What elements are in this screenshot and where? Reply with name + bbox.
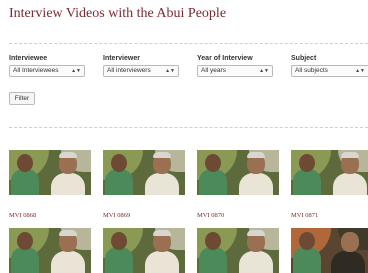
divider <box>9 43 368 44</box>
video-thumbnail[interactable] <box>103 150 185 195</box>
video-thumbnail[interactable] <box>197 228 279 273</box>
up-down-arrows-icon: ▲▼ <box>71 68 81 74</box>
interviewee-label: Interviewee <box>9 55 48 62</box>
video-title-link[interactable]: MVI 0870 <box>197 212 224 219</box>
year-select[interactable]: All years ▲▼ <box>197 65 273 77</box>
video-thumbnail[interactable] <box>9 150 91 195</box>
subject-label: Subject <box>291 55 317 62</box>
year-label: Year of Interview <box>197 55 253 62</box>
video-thumbnail[interactable] <box>291 228 368 273</box>
interviewee-select-value: All Interviewees <box>13 67 59 74</box>
page-title: Interview Videos with the Abui People <box>9 6 227 21</box>
year-select-value: All years <box>201 67 226 74</box>
filter-button[interactable]: Filter <box>9 92 35 105</box>
up-down-arrows-icon: ▲▼ <box>165 68 175 74</box>
video-title-link[interactable]: MVI 0869 <box>103 212 130 219</box>
video-title-link[interactable]: MVI 0868 <box>9 212 36 219</box>
video-title-link[interactable]: MVI 0871 <box>291 212 318 219</box>
video-thumbnail[interactable] <box>291 150 368 195</box>
up-down-arrows-icon: ▲▼ <box>259 68 269 74</box>
subject-select-value: All subjects <box>295 67 328 74</box>
video-thumbnail[interactable] <box>9 228 91 273</box>
interviewer-label: Interviewer <box>103 55 140 62</box>
interviewer-select[interactable]: All interviewers ▲▼ <box>103 65 179 77</box>
video-thumbnail[interactable] <box>197 150 279 195</box>
up-down-arrows-icon: ▲▼ <box>355 68 365 74</box>
divider <box>9 127 368 128</box>
video-thumbnail[interactable] <box>103 228 185 273</box>
subject-select[interactable]: All subjects ▲▼ <box>291 65 368 77</box>
interviewee-select[interactable]: All Interviewees ▲▼ <box>9 65 85 77</box>
interviewer-select-value: All interviewers <box>107 67 151 74</box>
